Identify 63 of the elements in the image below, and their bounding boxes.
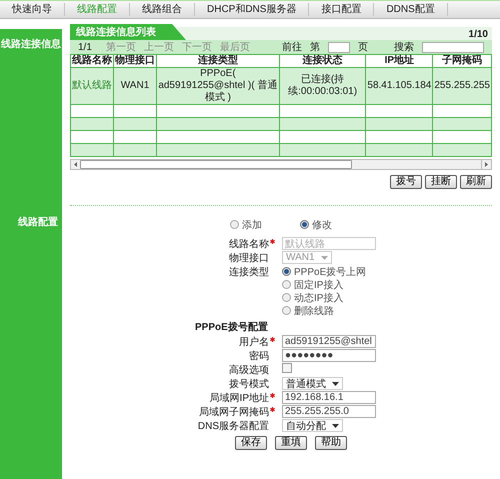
input-field[interactable]: ad59191255@shtel (282, 335, 376, 348)
menu-tab[interactable]: 接口配置 (309, 3, 374, 16)
field-label: 连接类型 (229, 266, 269, 278)
search-field[interactable] (422, 42, 484, 52)
page-indicator: 1/1 (78, 42, 92, 52)
radio-label: 动态IP接入 (294, 292, 344, 304)
input-field[interactable]: ●●●●●●●● (282, 349, 376, 362)
field-label: 线路名称 (229, 238, 269, 250)
input-field[interactable]: 192.168.16.1 (282, 391, 376, 404)
radio-button[interactable] (282, 293, 291, 302)
goto-label: 第 (310, 41, 320, 54)
section-heading: PPPoE拨号配置 (195, 321, 268, 334)
input-field[interactable]: 255.255.255.0 (282, 405, 376, 418)
column-header: 子网掩码 (432, 54, 492, 68)
caret-icon (332, 424, 339, 428)
menu-tab[interactable]: 快速向导 (0, 3, 65, 16)
radio-label: 修改 (312, 218, 332, 232)
column-header: IP地址 (366, 54, 433, 68)
action-button[interactable]: 挂断 (425, 175, 457, 189)
goto-label: 页 (358, 41, 368, 54)
form-button[interactable]: 重填 (275, 436, 307, 450)
action-button[interactable]: 刷新 (460, 175, 492, 189)
radio-label: 添加 (242, 218, 262, 232)
field-label: 高级选项 (229, 364, 269, 376)
field-label: 密码 (249, 350, 269, 362)
radio-button[interactable] (300, 220, 309, 229)
menu-tab[interactable]: 线路组合 (130, 3, 195, 16)
panel-title: 线路连接信息列表 (70, 24, 186, 40)
section-label: 线路配置 (18, 217, 58, 228)
field-label: 物理接口 (229, 252, 269, 264)
dropdown[interactable]: 普通模式 (282, 377, 343, 390)
caret-icon (320, 256, 328, 260)
radio-label: PPPoE拨号上网 (294, 266, 366, 278)
column-header: 连接类型 (156, 54, 280, 68)
search-label: 搜索 (394, 40, 414, 54)
field-label: 局域网子网掩码 (199, 406, 269, 418)
field-label: 局域网IP地址 (210, 392, 269, 404)
column-header: 物理接口 (114, 54, 156, 68)
menu-tab[interactable]: DHCP和DNS服务器 (195, 3, 310, 16)
dropdown[interactable]: 自动分配 (282, 419, 343, 432)
action-button[interactable]: 拨号 (390, 175, 422, 189)
horizontal-scrollbar[interactable] (70, 159, 492, 170)
radio-label: 固定IP接入 (294, 278, 344, 292)
page-input[interactable] (328, 42, 350, 52)
checkbox[interactable] (282, 363, 292, 373)
radio-label: 删除线路 (294, 304, 334, 318)
radio-button[interactable] (282, 306, 291, 315)
radio-button[interactable] (282, 267, 291, 276)
form-button[interactable]: 保存 (235, 436, 267, 450)
radio-button[interactable] (230, 220, 239, 229)
section-label: 线路连接信息 (1, 39, 61, 50)
field-label: DNS服务器配置 (198, 420, 269, 432)
page-count: 1/10 (468, 29, 489, 40)
menu-tab[interactable]: DDNS配置 (374, 3, 448, 16)
column-header: 连接状态 (279, 54, 366, 68)
radio-button[interactable] (282, 280, 291, 289)
form-button[interactable]: 帮助 (315, 436, 347, 450)
column-header: 线路名称 (70, 54, 114, 68)
caret-icon (332, 382, 339, 386)
goto-label: 前往 (282, 40, 302, 54)
field-label: 用户名 (239, 336, 269, 348)
scrollbar-thumb[interactable] (80, 160, 352, 169)
field-label: 拨号模式 (229, 378, 269, 390)
